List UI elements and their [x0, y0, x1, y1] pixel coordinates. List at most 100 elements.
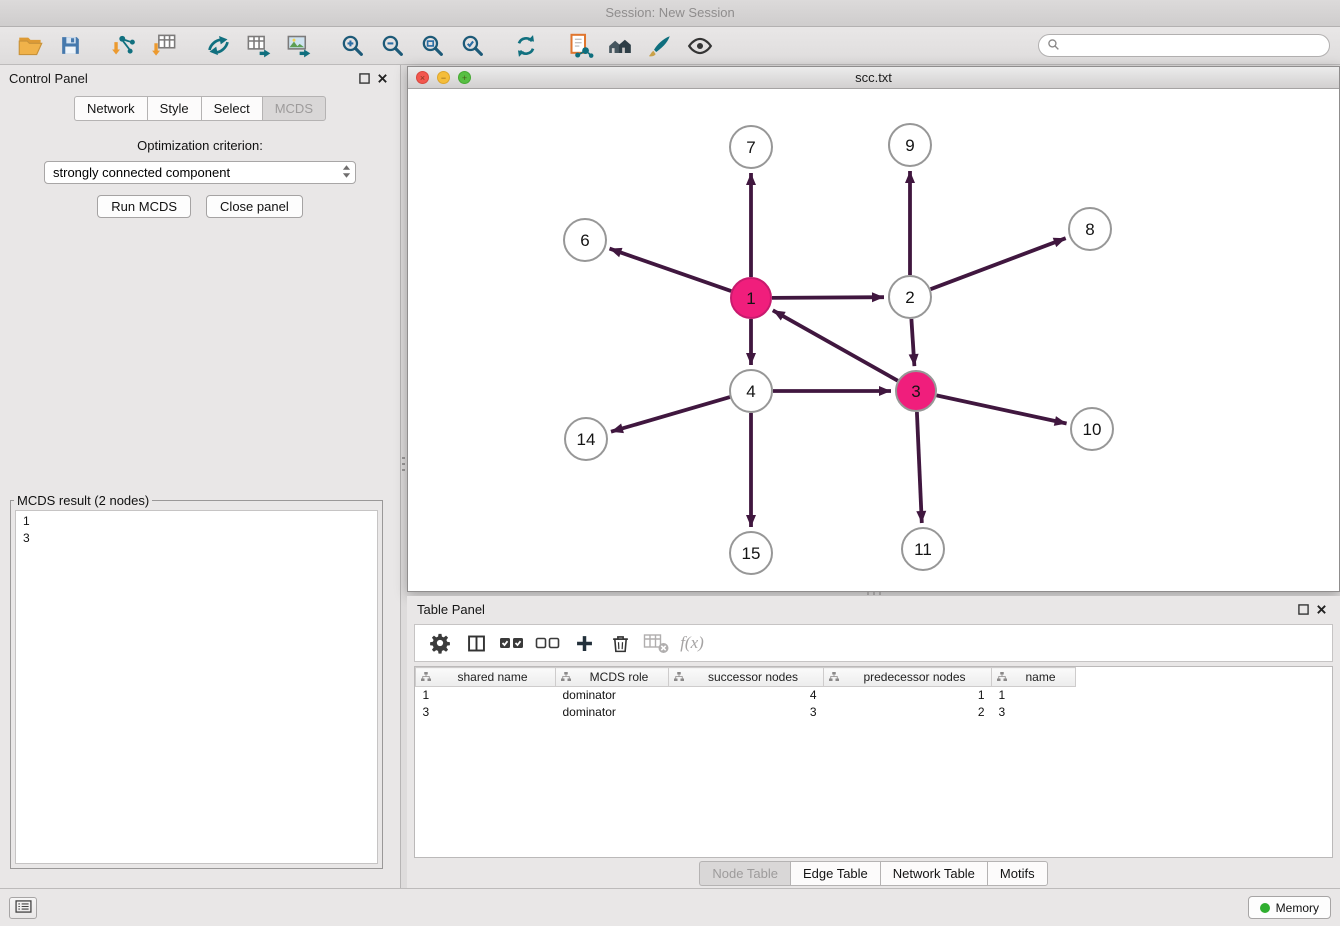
table-cell: dominator — [556, 687, 669, 704]
search-box[interactable] — [1038, 34, 1330, 57]
open-session-icon[interactable] — [10, 30, 50, 62]
column-header-name[interactable]: name — [992, 668, 1076, 687]
minimize-window-button[interactable]: − — [437, 71, 450, 84]
column-header-predecessor-nodes[interactable]: predecessor nodes — [824, 668, 992, 687]
select-all-rows-icon[interactable] — [497, 628, 527, 658]
tab-network-table[interactable]: Network Table — [880, 861, 987, 886]
tab-edge-table[interactable]: Edge Table — [790, 861, 880, 886]
show-columns-icon[interactable] — [461, 628, 491, 658]
network-node-8[interactable]: 8 — [1069, 208, 1111, 250]
tab-select[interactable]: Select — [201, 96, 262, 121]
column-header-MCDS-role[interactable]: MCDS role — [556, 668, 669, 687]
node-label: 14 — [577, 430, 596, 449]
table-panel-header: Table Panel — [407, 596, 1340, 622]
node-label: 10 — [1083, 420, 1102, 439]
network-node-2[interactable]: 2 — [889, 276, 931, 318]
mcds-result-group: MCDS result (2 nodes) 1 3 — [10, 493, 383, 869]
zoom-window-button[interactable]: + — [458, 71, 471, 84]
style-brush-icon[interactable] — [640, 30, 680, 62]
import-network-icon[interactable] — [104, 30, 144, 62]
task-list-icon — [15, 900, 32, 916]
apply-layout-icon[interactable] — [506, 30, 546, 62]
float-table-panel-icon[interactable] — [1294, 601, 1312, 617]
add-column-icon[interactable] — [569, 628, 599, 658]
network-node-1[interactable]: 1 — [731, 278, 771, 318]
table-cell: 3 — [992, 704, 1076, 721]
float-panel-icon[interactable] — [355, 70, 373, 86]
show-graphics-details-icon[interactable] — [680, 30, 720, 62]
table-row[interactable]: 1dominator411 — [416, 687, 1076, 704]
node-label: 4 — [746, 382, 755, 401]
close-panel-button[interactable]: Close panel — [206, 195, 303, 218]
network-node-9[interactable]: 9 — [889, 124, 931, 166]
close-table-panel-icon[interactable] — [1312, 601, 1330, 617]
tab-node-table[interactable]: Node Table — [699, 861, 790, 886]
tab-style[interactable]: Style — [147, 96, 201, 121]
tab-mcds[interactable]: MCDS — [262, 96, 326, 121]
control-panel: Control Panel NetworkStyleSelectMCDS Opt… — [0, 65, 401, 888]
zoom-fit-icon[interactable] — [412, 30, 452, 62]
column-hierarchy-icon — [673, 671, 685, 686]
network-node-15[interactable]: 15 — [730, 532, 772, 574]
close-panel-icon[interactable] — [373, 70, 391, 86]
network-node-3[interactable]: 3 — [896, 371, 936, 411]
deselect-all-rows-icon[interactable] — [533, 628, 563, 658]
mcds-result-title: MCDS result (2 nodes) — [14, 493, 152, 508]
network-canvas[interactable]: 7 9 6 8 1 2 4 3 14 10 15 11 — [408, 89, 1339, 591]
export-table-icon[interactable] — [238, 30, 278, 62]
task-history-button[interactable] — [9, 897, 37, 919]
select-stepper-icon — [342, 164, 351, 182]
column-header-successor-nodes[interactable]: successor nodes — [669, 668, 824, 687]
table-row[interactable]: 3dominator323 — [416, 704, 1076, 721]
search-icon — [1047, 38, 1060, 54]
delete-table-icon[interactable] — [641, 628, 671, 658]
search-input[interactable] — [1065, 38, 1321, 53]
window-title: Session: New Session — [605, 5, 734, 20]
network-edge-3-11[interactable] — [917, 412, 922, 523]
memory-button[interactable]: Memory — [1248, 896, 1331, 919]
export-image-icon[interactable] — [278, 30, 318, 62]
table-cell: 1 — [416, 687, 556, 704]
network-node-7[interactable]: 7 — [730, 126, 772, 168]
network-window: × − + scc.txt 7 9 6 8 1 2 4 3 14 10 15 11 — [407, 66, 1340, 592]
status-bar: Memory — [0, 888, 1340, 926]
network-node-11[interactable]: 11 — [902, 528, 944, 570]
network-edge-2-3[interactable] — [911, 319, 914, 366]
network-node-6[interactable]: 6 — [564, 219, 606, 261]
run-mcds-button[interactable]: Run MCDS — [97, 195, 191, 218]
import-table-icon[interactable] — [144, 30, 184, 62]
close-window-button[interactable]: × — [416, 71, 429, 84]
zoom-selected-icon[interactable] — [452, 30, 492, 62]
network-window-titlebar: × − + scc.txt — [408, 67, 1339, 89]
mcds-button-row: Run MCDS Close panel — [0, 195, 400, 218]
table-settings-icon[interactable] — [425, 628, 455, 658]
network-home-icon[interactable] — [600, 30, 640, 62]
main-toolbar — [0, 27, 1340, 65]
column-hierarchy-icon — [420, 671, 432, 686]
table-cell: 1 — [992, 687, 1076, 704]
mcds-result-list[interactable]: 1 3 — [15, 510, 378, 864]
zoom-in-icon[interactable] — [332, 30, 372, 62]
network-edge-4-14[interactable] — [611, 397, 730, 432]
network-edge-3-1[interactable] — [773, 310, 898, 380]
tab-motifs[interactable]: Motifs — [987, 861, 1048, 886]
save-session-icon[interactable] — [50, 30, 90, 62]
tab-network[interactable]: Network — [74, 96, 147, 121]
table-cell: 1 — [824, 687, 992, 704]
criterion-select[interactable]: strongly connected component — [44, 161, 356, 184]
column-header-shared-name[interactable]: shared name — [416, 668, 556, 687]
new-network-from-selection-icon[interactable] — [560, 30, 600, 62]
network-edge-2-8[interactable] — [931, 238, 1066, 289]
network-graph[interactable]: 7 9 6 8 1 2 4 3 14 10 15 11 — [408, 89, 1339, 591]
function-builder-icon[interactable]: f(x) — [677, 628, 707, 658]
network-edge-3-10[interactable] — [937, 395, 1067, 423]
network-edge-1-2[interactable] — [772, 297, 884, 298]
network-node-4[interactable]: 4 — [730, 370, 772, 412]
network-node-14[interactable]: 14 — [565, 418, 607, 460]
memory-status-icon — [1260, 903, 1270, 913]
network-node-10[interactable]: 10 — [1071, 408, 1113, 450]
zoom-out-icon[interactable] — [372, 30, 412, 62]
delete-column-icon[interactable] — [605, 628, 635, 658]
first-neighbors-icon[interactable] — [198, 30, 238, 62]
network-edge-1-6[interactable] — [610, 249, 732, 292]
